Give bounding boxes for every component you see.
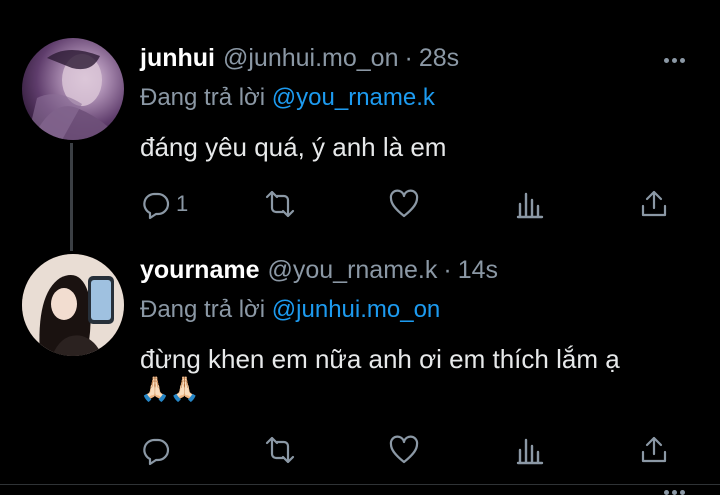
views-icon[interactable] bbox=[512, 0, 538, 8]
tweet-1-action-bar: 1 bbox=[0, 186, 720, 222]
retweet-icon[interactable] bbox=[268, 0, 294, 8]
share-icon bbox=[641, 436, 667, 463]
reply-mention[interactable]: @junhui.mo_on bbox=[272, 296, 440, 323]
views-button[interactable] bbox=[514, 432, 546, 468]
reply-count: 1 bbox=[176, 191, 189, 216]
tweet-text: đáng yêu quá, ý anh là em bbox=[140, 132, 447, 162]
like-icon[interactable] bbox=[390, 0, 416, 8]
separator: · bbox=[404, 44, 413, 72]
like-button[interactable] bbox=[388, 186, 420, 222]
previous-tweet-actions bbox=[0, 0, 720, 8]
reply-button[interactable] bbox=[140, 432, 176, 468]
reply-icon bbox=[143, 192, 170, 220]
tweet-2-action-bar bbox=[0, 432, 720, 468]
retweet-button[interactable] bbox=[264, 432, 296, 468]
heart-icon bbox=[389, 189, 419, 218]
tweet-2-header: yourname @you_rname.k · 14s bbox=[140, 256, 498, 296]
tweet-text-block: đừng khen em nữa anh ơi em thích lắm ạ 🙏… bbox=[140, 344, 620, 404]
like-button[interactable] bbox=[388, 432, 420, 468]
reply-prefix: Đang trả lời bbox=[140, 296, 266, 323]
replying-to: Đang trả lời @you_rname.k bbox=[140, 84, 435, 112]
more-icon[interactable] bbox=[664, 54, 694, 66]
reply-prefix: Đang trả lời bbox=[140, 84, 266, 111]
user-handle[interactable]: @junhui.mo_on bbox=[223, 44, 399, 73]
retweet-button[interactable] bbox=[264, 186, 296, 222]
divider bbox=[0, 484, 720, 485]
user-handle[interactable]: @you_rname.k bbox=[267, 256, 437, 285]
avatar-image bbox=[27, 49, 122, 140]
timestamp[interactable]: 14s bbox=[458, 256, 498, 285]
replying-to: Đang trả lời @junhui.mo_on bbox=[140, 296, 440, 324]
retweet-icon bbox=[265, 190, 295, 218]
reply-mention[interactable]: @you_rname.k bbox=[272, 84, 435, 111]
display-name[interactable]: junhui bbox=[140, 44, 215, 73]
share-icon[interactable] bbox=[640, 0, 666, 8]
reply-icon[interactable] bbox=[146, 0, 172, 8]
tweet-1-header: junhui @junhui.mo_on · 28s bbox=[140, 44, 459, 84]
more-icon[interactable] bbox=[664, 486, 694, 495]
tweet-text: đừng khen em nữa anh ơi em thích lắm ạ bbox=[140, 344, 620, 374]
share-button[interactable] bbox=[638, 432, 670, 468]
reply-icon bbox=[143, 438, 170, 466]
heart-icon bbox=[389, 435, 419, 464]
separator: · bbox=[443, 256, 452, 284]
views-icon bbox=[516, 192, 544, 219]
avatar-image bbox=[22, 254, 124, 356]
views-button[interactable] bbox=[514, 186, 546, 222]
display-name[interactable]: yourname bbox=[140, 256, 259, 285]
reply-button[interactable]: 1 bbox=[140, 186, 188, 222]
retweet-icon bbox=[265, 436, 295, 464]
share-button[interactable] bbox=[638, 186, 670, 222]
tweet-emoji: 🙏🏻🙏🏻 bbox=[140, 376, 200, 403]
views-icon bbox=[516, 438, 544, 465]
timestamp[interactable]: 28s bbox=[419, 44, 459, 73]
avatar[interactable] bbox=[22, 38, 124, 140]
avatar[interactable] bbox=[22, 254, 124, 356]
share-icon bbox=[641, 190, 667, 217]
